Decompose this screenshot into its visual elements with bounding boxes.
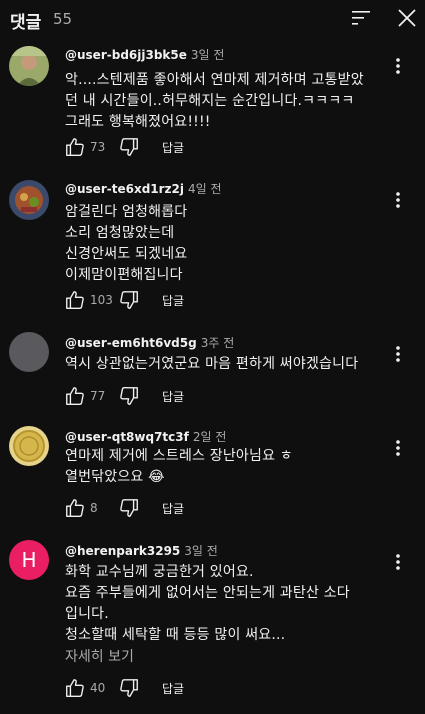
comment-time: 3일 전 [190,48,225,62]
comments-header: 댓글 55 [0,0,425,36]
comment-time: 3일 전 [184,544,218,558]
avatar-image-icon [9,180,49,220]
like-count: 103 [90,293,113,307]
more-options-icon[interactable] [390,56,406,76]
reply-button[interactable]: 답글 [162,292,184,309]
comment-author[interactable]: @user-qt8wq7tc3f [65,430,189,444]
comment-actions: 40 답글 [64,676,184,700]
close-icon[interactable] [396,7,418,29]
like-count: 40 [90,681,106,695]
comment-meta: @user-bd6jj3bk5e 3일 전 [65,46,224,63]
header-title: 댓글 [10,13,42,33]
avatar[interactable] [9,426,49,466]
comment-time: 2일 전 [192,430,227,444]
comment-text: 화학 교수님께 궁금한거 있어요. 요즘 주부들에게 없어서는 안되는게 과탄산… [65,564,350,643]
avatar-letter: H [21,548,37,572]
reply-button[interactable]: 답글 [162,388,184,405]
comment-meta: @user-em6ht6vd5g 3주 전 [65,334,234,351]
avatar-image-icon [9,46,49,86]
comment-author[interactable]: @user-bd6jj3bk5e [65,48,187,62]
more-options-icon[interactable] [390,552,406,572]
like-count: 73 [90,140,106,154]
reply-button[interactable]: 답글 [162,500,184,517]
thumbs-up-icon[interactable] [64,385,86,407]
thumbs-down-icon[interactable] [118,289,140,311]
comment-actions: 8 답글 [64,496,184,520]
comment-author[interactable]: @user-em6ht6vd5g [65,336,197,350]
comment-meta: @user-qt8wq7tc3f 2일 전 [65,428,226,445]
comment-meta: @herenpark3295 3일 전 [65,542,218,559]
thumbs-up-icon[interactable] [64,289,86,311]
comment-actions: 103 답글 [64,288,184,312]
comment-actions: 73 답글 [64,135,184,159]
reply-button[interactable]: 답글 [162,680,184,697]
like-count: 77 [90,389,106,403]
comment-text: 연마제 제거에 스트레스 장난아님요 ㅎ 열번닦았으요 😂 [65,448,293,485]
comment-author[interactable]: @herenpark3295 [65,544,180,558]
comment-time: 4일 전 [188,182,222,196]
thumbs-down-icon[interactable] [118,136,140,158]
comment-actions: 77 답글 [64,384,184,408]
avatar[interactable]: H [9,540,49,580]
thumbs-down-icon[interactable] [118,677,140,699]
comment-text: 역시 상관없는거였군요 마음 편하게 써야겠습니다 [65,356,359,372]
thumbs-down-icon[interactable] [118,497,140,519]
coin-avatar-icon [9,426,49,466]
thumbs-up-icon[interactable] [64,497,86,519]
sort-icon[interactable] [350,9,372,27]
read-more-link[interactable]: 자세히 보기 [65,646,134,666]
like-count: 8 [90,501,98,515]
comment-author[interactable]: @user-te6xd1rz2j [65,182,184,196]
more-options-icon[interactable] [390,190,406,210]
avatar[interactable] [9,180,49,220]
avatar[interactable] [9,332,49,372]
thumbs-down-icon[interactable] [118,385,140,407]
reply-button[interactable]: 답글 [162,139,184,156]
avatar[interactable] [9,46,49,86]
comment-meta: @user-te6xd1rz2j 4일 전 [65,180,222,197]
more-options-icon[interactable] [390,344,406,364]
thumbs-up-icon[interactable] [64,136,86,158]
more-options-icon[interactable] [390,438,406,458]
comment-count: 55 [53,10,73,28]
comment-text: 악....스텐제품 좋아해서 연마제 제거하며 고통받았 던 내 시간들이..허… [65,72,364,130]
thumbs-up-icon[interactable] [64,677,86,699]
comment-time: 3주 전 [200,336,235,350]
comment-text: 암걸린다 엄청해롭다 소리 엄청많았는데 신경안써도 되겠네요 이제맘이편해집니… [65,204,188,283]
